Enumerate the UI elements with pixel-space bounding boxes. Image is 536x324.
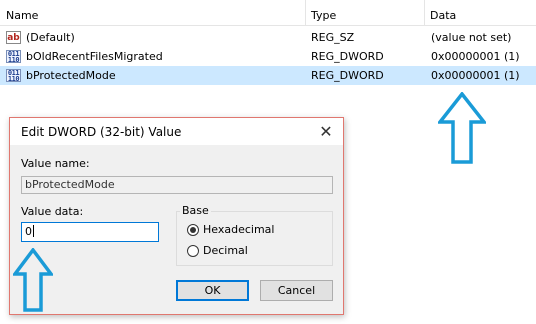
radio-hexadecimal[interactable] (187, 224, 199, 236)
registry-row-bOldRecentFilesMigrated[interactable]: 011 110 bOldRecentFilesMigrated REG_DWORD… (0, 47, 536, 66)
radio-decimal[interactable] (187, 245, 199, 257)
value-name-field: bProtectedMode (21, 176, 333, 194)
radio-decimal-label[interactable]: Decimal (203, 244, 248, 257)
value-data-text: 0 (25, 225, 32, 238)
value-data: (value not set) (431, 31, 512, 44)
value-name: (Default) (26, 31, 75, 44)
dialog-title-bar[interactable]: Edit DWORD (32-bit) Value ✕ (10, 118, 343, 145)
edit-dword-dialog: Edit DWORD (32-bit) Value ✕ Value name: … (9, 117, 344, 315)
value-type: REG_DWORD (311, 50, 384, 63)
radio-selected-dot (190, 227, 196, 233)
value-data-label: Value data: (21, 205, 84, 218)
value-type: REG_DWORD (311, 69, 384, 82)
value-data: 0x00000001 (1) (431, 50, 520, 63)
ok-button[interactable]: OK (176, 280, 249, 301)
text-caret (33, 225, 34, 237)
binary-value-icon: 011 110 (6, 69, 21, 83)
value-name-label: Value name: (21, 157, 90, 170)
base-group-box (176, 211, 333, 266)
base-group-label: Base (180, 204, 211, 217)
string-value-icon: ab (6, 31, 21, 44)
dialog-title: Edit DWORD (32-bit) Value (21, 125, 182, 139)
up-arrow-annotation-icon (438, 92, 486, 164)
value-name: bOldRecentFilesMigrated (26, 50, 163, 63)
registry-row-default[interactable]: ab (Default) REG_SZ (value not set) (0, 28, 536, 47)
close-icon[interactable]: ✕ (310, 119, 342, 144)
radio-hexadecimal-label[interactable]: Hexadecimal (203, 223, 274, 236)
value-data-input[interactable]: 0 (21, 222, 159, 242)
value-type: REG_SZ (311, 31, 355, 44)
up-arrow-annotation-icon (13, 248, 53, 312)
value-name: bProtectedMode (26, 69, 116, 82)
list-header: Name Type Data (0, 0, 536, 26)
value-data: 0x00000001 (1) (431, 69, 520, 82)
column-header-data[interactable]: Data (424, 0, 536, 25)
binary-value-icon: 011 110 (6, 50, 21, 64)
cancel-button[interactable]: Cancel (260, 280, 333, 301)
registry-row-bProtectedMode[interactable]: 011 110 bProtectedMode REG_DWORD 0x000000… (0, 66, 536, 85)
column-header-name[interactable]: Name (0, 0, 305, 25)
column-header-type[interactable]: Type (305, 0, 424, 25)
